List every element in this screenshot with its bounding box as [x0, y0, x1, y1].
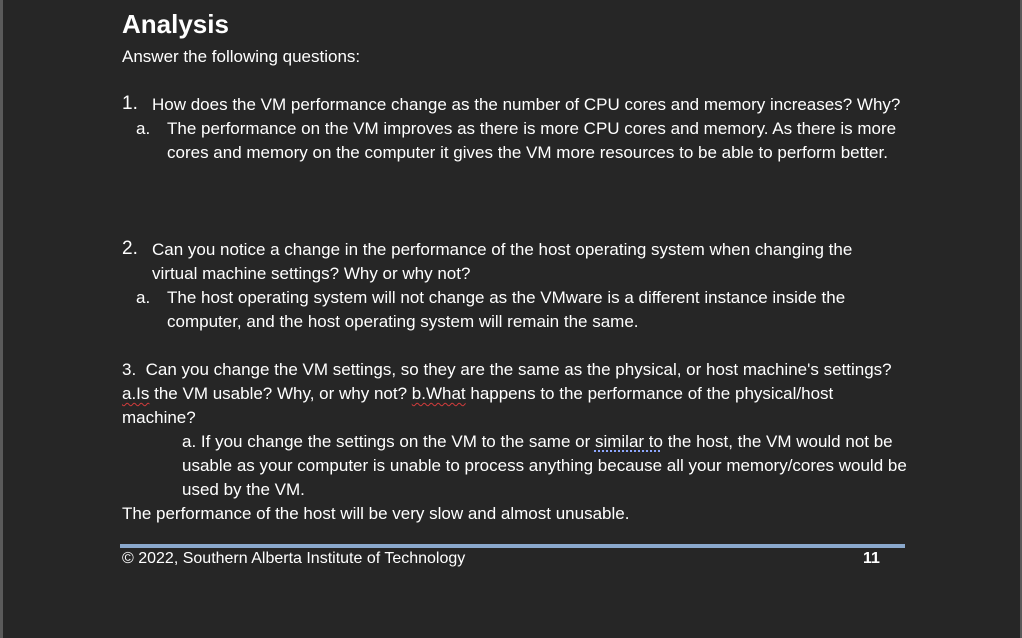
page-heading: Analysis: [122, 9, 229, 39]
part-a-label: a.Is: [122, 384, 150, 403]
question-2-answer: a. The host operating system will not ch…: [136, 286, 902, 334]
question-1: 1. How does the VM performance change as…: [122, 93, 902, 165]
question-3-answer-continued: The performance of the host will be very…: [122, 504, 630, 523]
question-3: 3. Can you change the VM settings, so th…: [122, 358, 907, 526]
question-2-text: Can you notice a change in the performan…: [152, 240, 853, 283]
grammar-marked-text: similar to: [594, 432, 663, 451]
question-2: 2. Can you notice a change in the perfor…: [122, 238, 902, 334]
part-b-label: b.What: [411, 384, 466, 403]
question-1-text: How does the VM performance change as th…: [152, 95, 901, 114]
question-3-number: 3.: [122, 360, 137, 379]
answer-text: The performance on the VM improves as th…: [167, 119, 897, 162]
answer-marker: a.: [136, 288, 151, 307]
intro-text: Answer the following questions:: [122, 47, 361, 66]
footer-copyright: © 2022, Southern Alberta Institute of Te…: [122, 550, 466, 567]
footer-divider: [120, 544, 905, 548]
question-1-answer: a. The performance on the VM improves as…: [136, 117, 902, 165]
question-3-answer: a. If you change the settings on the VM …: [182, 432, 907, 499]
answer-marker: a.: [136, 119, 151, 138]
answer-text: The host operating system will not chang…: [167, 288, 846, 331]
question-1-number: 1.: [122, 93, 138, 114]
question-3-text: 3. Can you change the VM settings, so th…: [122, 360, 892, 427]
page-number: 11: [863, 550, 880, 567]
question-2-number: 2.: [122, 238, 138, 259]
left-page-edge: [0, 0, 3, 638]
